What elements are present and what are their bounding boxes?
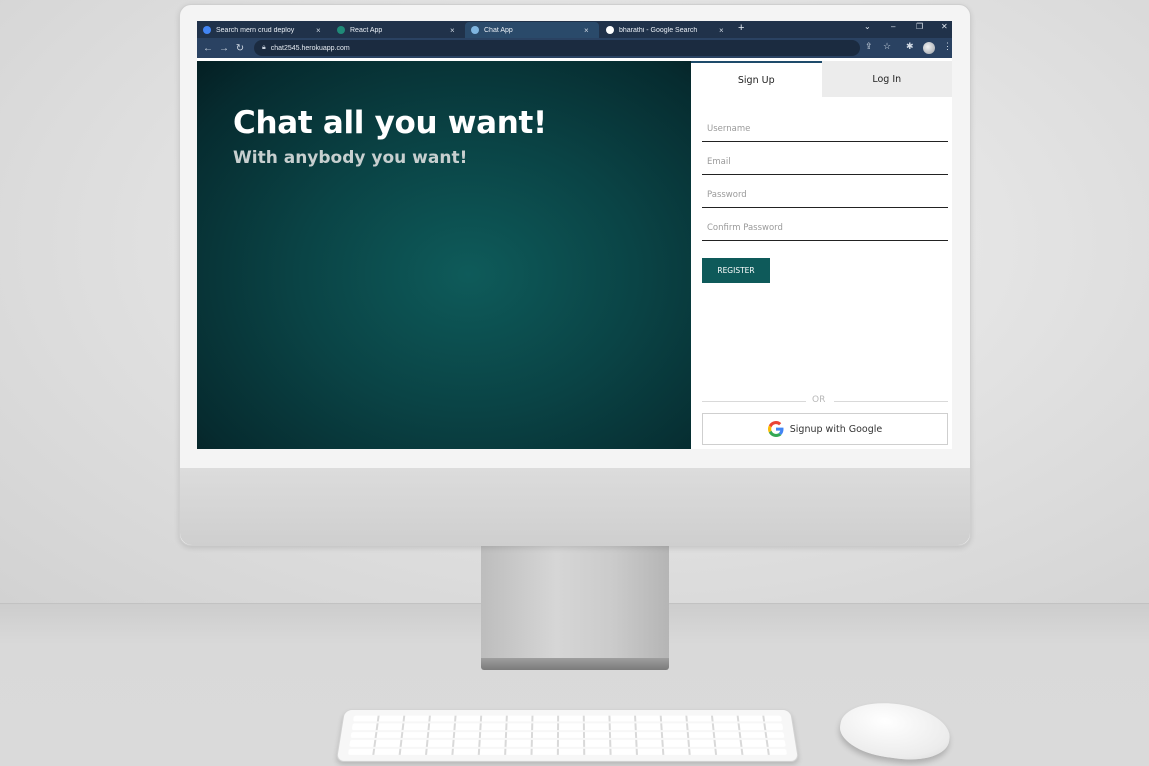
minimize-icon[interactable]: – — [891, 22, 895, 31]
key-row — [349, 740, 786, 747]
bookmark-star-icon[interactable]: ☆ — [883, 41, 891, 52]
forward-icon[interactable]: → — [219, 43, 229, 54]
browser-tab-1[interactable]: React App × — [331, 22, 463, 38]
close-icon[interactable]: × — [584, 26, 589, 35]
username-input[interactable] — [702, 119, 948, 142]
key-row — [347, 748, 788, 755]
key-row — [351, 723, 784, 730]
google-signup-label: Signup with Google — [789, 423, 883, 435]
browser-tab-3[interactable]: bharathi - Google Search × — [600, 22, 735, 38]
react-icon — [337, 26, 345, 34]
restore-icon[interactable]: ❐ — [916, 22, 923, 31]
close-icon[interactable]: × — [316, 26, 321, 35]
lock-icon: 🔒︎ — [262, 44, 266, 51]
profile-avatar[interactable] — [923, 42, 935, 54]
key-row — [353, 715, 782, 722]
key-row — [350, 731, 785, 739]
browser-toolbar: ← → ↻ 🔒︎ chat2545.herokuapp.com ⇪ ☆ ✱ ⋮ — [197, 38, 952, 58]
hero-title: Chat all you want! — [233, 105, 547, 141]
google-g-icon — [767, 421, 784, 437]
google-icon — [606, 26, 614, 34]
reload-icon[interactable]: ↻ — [235, 43, 245, 54]
tab-sign-up[interactable]: Sign Up — [691, 61, 822, 97]
password-input[interactable] — [702, 185, 948, 208]
tab-log-in[interactable]: Log In — [821, 61, 952, 97]
divider-right — [834, 401, 948, 402]
chat-app-icon — [471, 26, 479, 34]
monitor-chin — [180, 468, 970, 545]
extensions-icon[interactable]: ✱ — [906, 41, 914, 52]
tab-title: bharathi - Google Search — [619, 26, 698, 34]
close-icon[interactable]: × — [450, 26, 455, 35]
google-signup-button[interactable]: Signup with Google — [702, 413, 948, 445]
auth-tabs: Sign Up Log In — [691, 61, 952, 97]
keyboard-keys — [347, 715, 788, 755]
monitor-stand-base — [481, 658, 669, 670]
divider-left — [702, 401, 806, 402]
email-input[interactable] — [702, 152, 948, 175]
hero-subtitle: With anybody you want! — [233, 148, 468, 168]
menu-icon[interactable]: ⋮ — [943, 41, 952, 52]
screen: Search mern crud deploy × React App × Ch… — [197, 21, 952, 449]
new-tab-button[interactable]: + — [738, 22, 744, 34]
tab-search-icon[interactable]: ⌄ — [864, 22, 871, 31]
or-label: OR — [812, 395, 826, 405]
browser-tab-0[interactable]: Search mern crud deploy × — [197, 22, 329, 38]
shield-icon — [203, 26, 211, 34]
browser-tab-bar: Search mern crud deploy × React App × Ch… — [197, 21, 952, 38]
back-icon[interactable]: ← — [203, 43, 213, 54]
auth-panel: Sign Up Log In REGISTER OR Signup with G… — [691, 61, 952, 449]
register-button[interactable]: REGISTER — [702, 258, 770, 283]
monitor-stand — [481, 546, 669, 658]
keyboard — [335, 709, 800, 762]
url-text: chat2545.herokuapp.com — [270, 44, 350, 52]
tab-title: Search mern crud deploy — [216, 26, 295, 34]
address-bar[interactable]: 🔒︎ chat2545.herokuapp.com — [254, 40, 860, 56]
hero-panel: Chat all you want! With anybody you want… — [197, 61, 691, 449]
tab-title: React App — [350, 26, 383, 34]
close-icon[interactable]: × — [719, 26, 724, 35]
confirm-password-input[interactable] — [702, 218, 948, 241]
browser-tab-2[interactable]: Chat App × — [465, 22, 599, 38]
window-close-icon[interactable]: ✕ — [941, 22, 948, 31]
tab-title: Chat App — [484, 26, 513, 34]
share-icon[interactable]: ⇪ — [865, 41, 873, 52]
